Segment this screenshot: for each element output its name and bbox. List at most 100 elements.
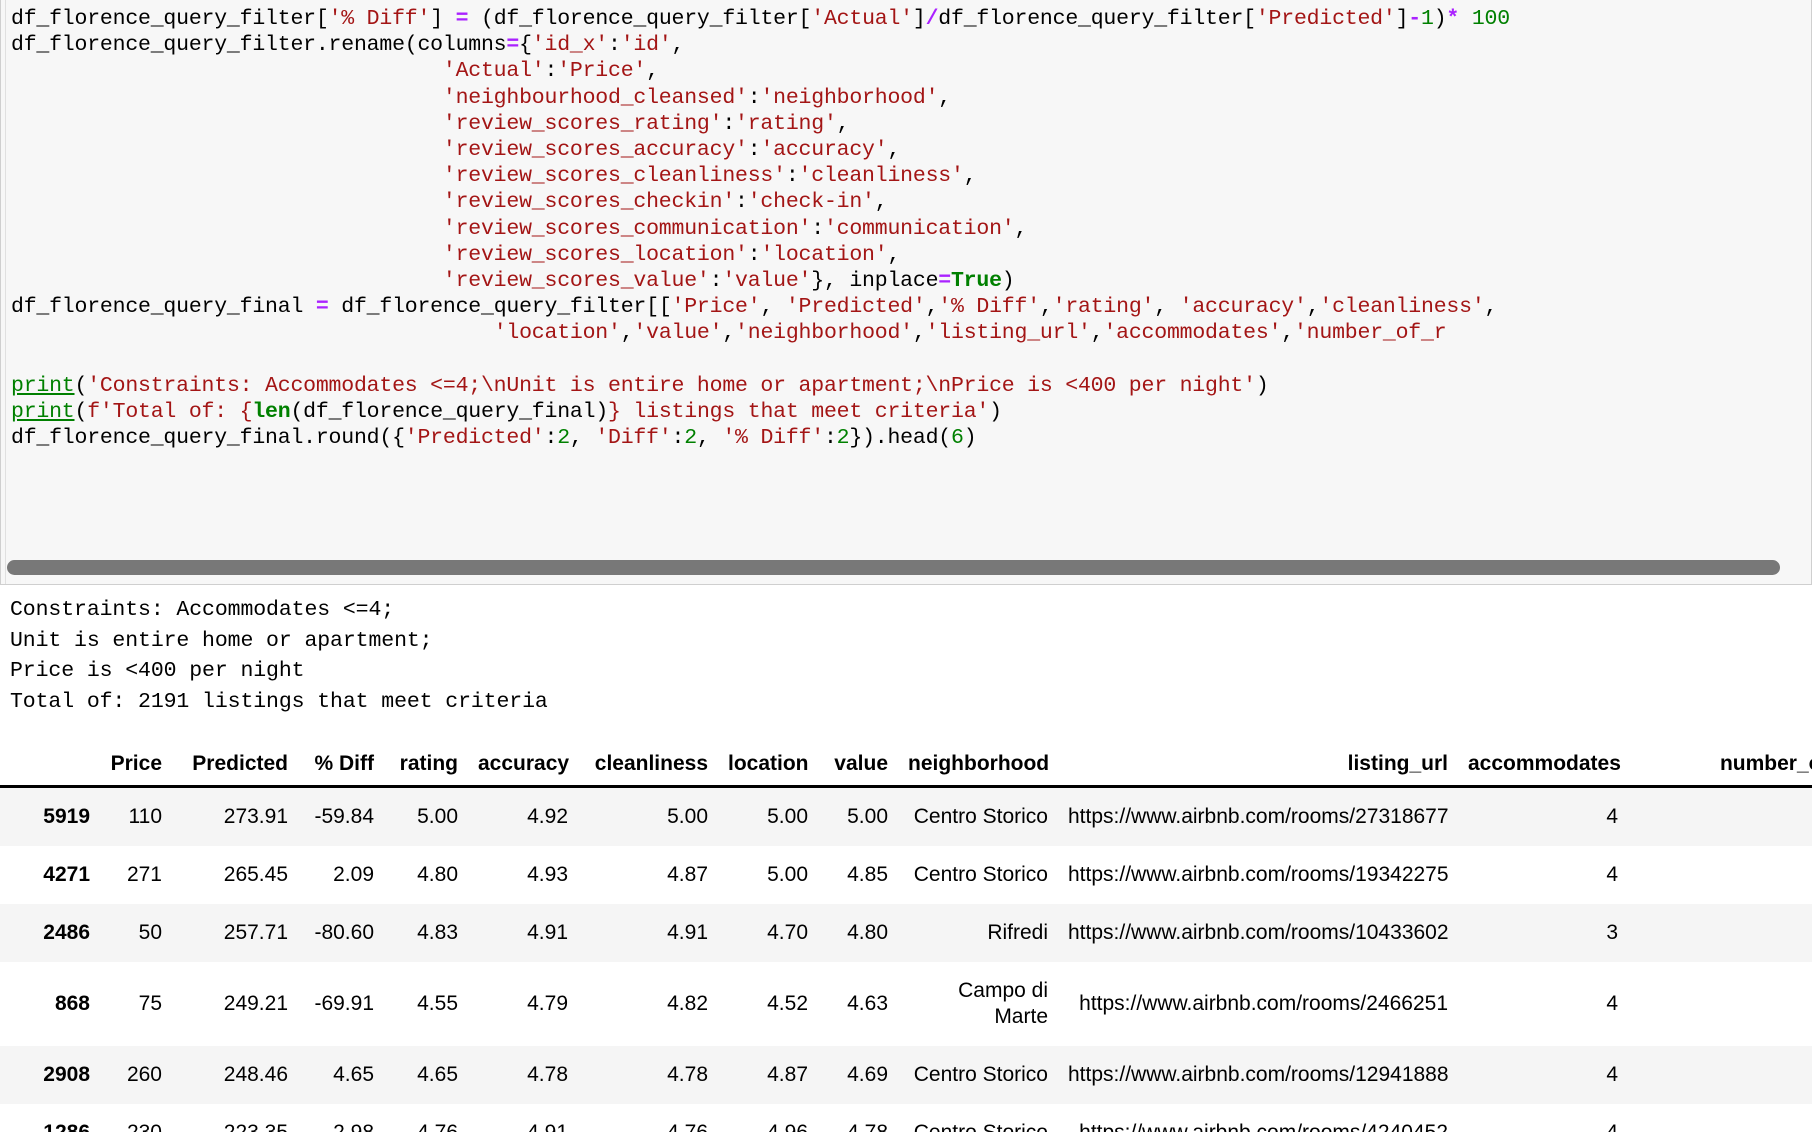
stdout-line: Price is <400 per night [10,659,305,683]
cell-price: 75 [138,992,162,1015]
code-token: 6 [951,426,964,450]
column-header-price: Price [100,749,172,788]
code-line: 'Actual':'Price', [11,58,1811,84]
cell-cleanliness: 4.87 [667,863,708,886]
cell-location: 4.96 [718,1104,818,1132]
code-token: 'cleanliness' [798,164,964,189]
code-token: 'location' [760,242,888,267]
code-line: df_florence_query_final = df_florence_qu… [11,294,1811,320]
cell-value: 4.78 [818,1104,898,1132]
table-row: 1286230223.352.984.764.914.764.964.78Cen… [0,1104,1812,1132]
cell-listing-url[interactable]: https://www.airbnb.com/rooms/27318677 [1058,787,1458,847]
code-token: 'Diff' [595,426,672,450]
cell-accuracy: 4.78 [527,1063,568,1086]
column-header-location: location [718,749,818,788]
cell-listing-url[interactable]: https://www.airbnb.com/rooms/10433602 [1058,904,1458,962]
code-token: 'cleanliness' [1319,295,1485,320]
row-index-cell: 2908 [43,1063,90,1086]
code-token: : [671,426,685,450]
cell-predicted: 223.35 [172,1104,298,1132]
code-token: , [887,242,901,267]
cell-listing-url[interactable]: https://www.airbnb.com/rooms/4240452 [1058,1104,1458,1132]
cell-neighborhood: Centro Storico [898,1104,1058,1132]
column-header-accommodates: accommodates [1458,749,1628,788]
code-token: , [836,111,850,136]
code-line: 'review_scores_communication':'communica… [11,216,1811,242]
row-index-cell: 4271 [43,863,90,886]
cell-listing-url[interactable]: https://www.airbnb.com/rooms/2466251 [1058,962,1458,1046]
table-body: 5919 110 273.91 -59.84 5.00 4.92 5.00 5.00 5.00 C… [0,786,1812,1132]
cell-rating: 4.80 [417,863,458,886]
code-token: 'review_scores_checkin' [442,190,736,215]
cell-price: 230 [100,1104,172,1132]
code-token: - [1408,7,1421,31]
row-index-cell: 1286 [0,1104,100,1132]
notebook-code-cell[interactable]: df_florence_query_filter['% Diff'] = (df… [0,0,1812,585]
code-token: 'accuracy' [760,137,888,162]
code-line: 'neighbourhood_cleansed':'neighborhood', [11,85,1811,111]
cell-location: 4.52 [767,992,808,1015]
cell-neighborhood: Centro Storico [913,863,1048,886]
table-row: 5919 110 273.91 -59.84 5.00 4.92 5.00 5.00 5.00 C… [0,786,1812,847]
cell-listing-url[interactable]: https://www.airbnb.com/rooms/12941888 [1058,1046,1458,1104]
cell-neighborhood: Rifredi [987,921,1048,944]
dataframe-table: Price Predicted % Diff rating accuracy c… [0,749,1812,1132]
table-header-row: Price Predicted % Diff rating accuracy c… [0,749,1812,788]
cell-number-of-reviews [1628,787,1812,847]
code-token: = [315,295,329,320]
code-token: , [1306,295,1320,320]
code-editor-area[interactable]: df_florence_query_filter['% Diff'] = (df… [11,6,1811,451]
code-token: : [709,268,723,293]
cell-price: 271 [126,863,162,886]
code-token: True [950,268,1002,293]
code-token: 'neighbourhood_cleansed' [442,85,748,110]
code-token: 'number_of_r [1293,321,1447,346]
cell-price: 260 [126,1063,162,1086]
code-token: / [925,7,939,31]
cell-accommodates: 4 [1458,1104,1628,1132]
code-line: print('Constraints: Accommodates <=4;\nU… [11,373,1811,399]
cell-predicted: 257.71 [223,921,288,944]
code-line: df_florence_query_filter.rename(columns=… [11,32,1811,58]
cell-number-of-reviews [1628,904,1812,962]
code-token: ] [1395,7,1409,31]
dataframe-output: Price Predicted % Diff rating accuracy c… [0,749,1812,1132]
table-header: Price Predicted % Diff rating accuracy c… [0,749,1812,788]
cell-accuracy: 4.93 [527,863,568,886]
code-token: 'review_scores_communication' [442,216,812,241]
column-header-value: value [818,749,898,788]
code-token: , [671,33,685,58]
table-row: 2486 50 257.71 -80.60 4.83 4.91 4.91 4.70 4.80 Ri… [0,904,1812,962]
code-token: 'check-in' [747,190,875,215]
code-token: : [608,33,621,58]
code-token: ) [989,399,1002,424]
column-header-pct-diff: % Diff [298,749,384,788]
code-token: df_florence_query_filter[ [11,7,329,31]
code-token: 'review_scores_cleanliness' [442,164,786,189]
row-index-cell: 868 [54,992,90,1015]
cell-listing-url[interactable]: https://www.airbnb.com/rooms/19342275 [1058,846,1458,904]
cell-number-of-reviews [1628,1046,1812,1104]
code-token: (df_florence_query_filter[ [481,7,812,31]
code-token: ) [1433,7,1447,31]
code-token: : [722,111,736,136]
code-token: ] [430,7,443,31]
code-token: 2 [836,426,850,450]
code-token: df_florence_query_filter[ [938,7,1256,31]
cell-predicted: 273.91 [223,805,288,828]
code-line: 'review_scores_cleanliness':'cleanliness… [11,163,1811,189]
code-token: : [785,164,799,189]
scrollbar-thumb[interactable] [7,560,1780,575]
horizontal-scrollbar[interactable] [7,560,1805,575]
code-token: ) [1001,268,1015,293]
code-token: 'Predicted' [1255,7,1396,31]
code-token: * [1446,7,1460,31]
code-token: , [569,426,596,450]
cell-rating: 4.76 [384,1104,468,1132]
cell-gutter-bar [1,0,6,584]
code-line: 'review_scores_value':'value'}, inplace=… [11,268,1811,294]
